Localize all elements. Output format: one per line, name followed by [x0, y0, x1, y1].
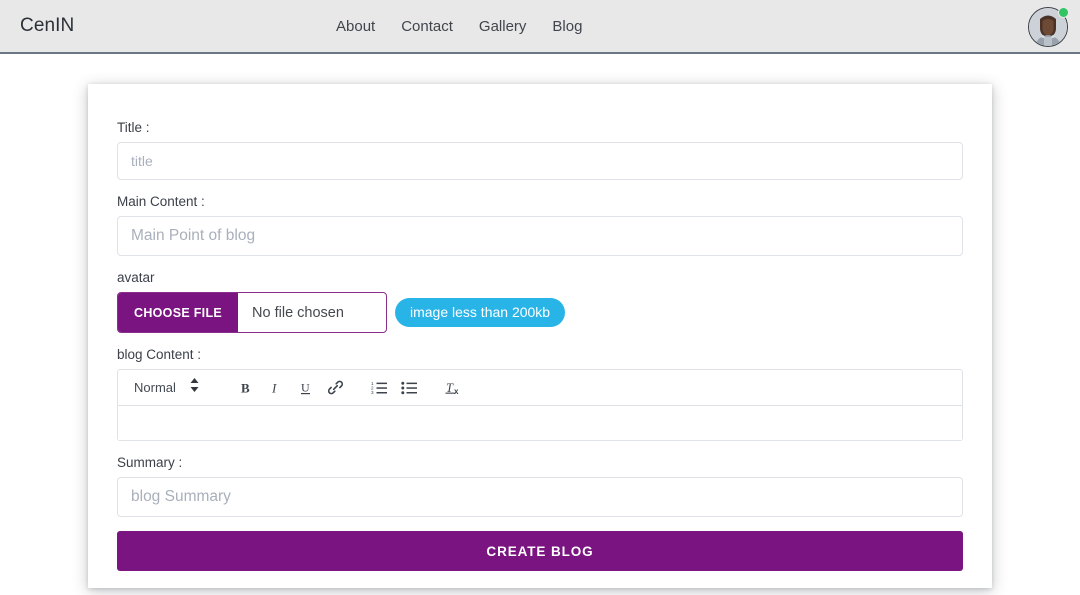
svg-text:I: I: [271, 380, 277, 395]
top-navbar: CenIN About Contact Gallery Blog: [0, 0, 1080, 54]
editor-toolbar: Normal B I U 1 2 3 T x: [118, 370, 962, 406]
blog-content-group: blog Content : Normal B I U 1 2 3 T x: [117, 347, 963, 441]
svg-text:x: x: [454, 387, 459, 396]
nav-link-gallery[interactable]: Gallery: [479, 18, 527, 35]
online-status-dot: [1058, 7, 1069, 18]
image-size-hint-badge: image less than 200kb: [395, 297, 566, 328]
create-blog-button[interactable]: CREATE BLOG: [117, 531, 963, 571]
rich-text-editor: Normal B I U 1 2 3 T x: [117, 369, 963, 441]
title-input[interactable]: [117, 142, 963, 180]
format-picker-label: Normal: [134, 380, 176, 395]
avatar-group: avatar CHOOSE FILE No file chosen image …: [117, 270, 963, 333]
file-status-text: No file chosen: [252, 304, 344, 321]
editor-content-area[interactable]: [118, 406, 962, 440]
create-blog-form: Title : Main Content : avatar CHOOSE FIL…: [117, 120, 963, 571]
file-row: CHOOSE FILE No file chosen image less th…: [117, 292, 963, 333]
link-icon[interactable]: [323, 375, 349, 401]
svg-text:U: U: [301, 380, 310, 394]
title-group: Title :: [117, 120, 963, 180]
nav-link-contact[interactable]: Contact: [401, 18, 453, 35]
avatar-file-input[interactable]: CHOOSE FILE No file chosen: [117, 292, 387, 333]
nav-link-about[interactable]: About: [336, 18, 375, 35]
choose-file-button[interactable]: CHOOSE FILE: [118, 293, 239, 332]
clear-format-icon[interactable]: T x: [441, 375, 467, 401]
summary-label: Summary :: [117, 455, 183, 470]
avatar-label: avatar: [117, 270, 155, 285]
summary-input[interactable]: [117, 477, 963, 517]
bullet-list-icon[interactable]: [397, 375, 423, 401]
avatar[interactable]: [1028, 7, 1069, 47]
blog-form-card: Title : Main Content : avatar CHOOSE FIL…: [88, 84, 992, 588]
svg-text:B: B: [241, 380, 250, 395]
ordered-list-icon[interactable]: 1 2 3: [367, 375, 393, 401]
main-content-label: Main Content :: [117, 194, 205, 209]
main-content-group: Main Content :: [117, 194, 963, 256]
format-picker[interactable]: Normal: [128, 378, 207, 397]
nav-link-blog[interactable]: Blog: [552, 18, 582, 35]
main-content-input[interactable]: [117, 216, 963, 256]
bold-icon[interactable]: B: [233, 375, 259, 401]
blog-content-label: blog Content :: [117, 347, 202, 362]
svg-text:3: 3: [371, 390, 374, 395]
chevron-updown-icon: [190, 378, 199, 397]
nav-links: About Contact Gallery Blog: [336, 0, 582, 52]
italic-icon[interactable]: I: [263, 375, 289, 401]
brand-logo[interactable]: CenIN: [20, 15, 74, 37]
title-label: Title :: [117, 120, 150, 135]
underline-icon[interactable]: U: [293, 375, 319, 401]
summary-group: Summary :: [117, 455, 963, 517]
